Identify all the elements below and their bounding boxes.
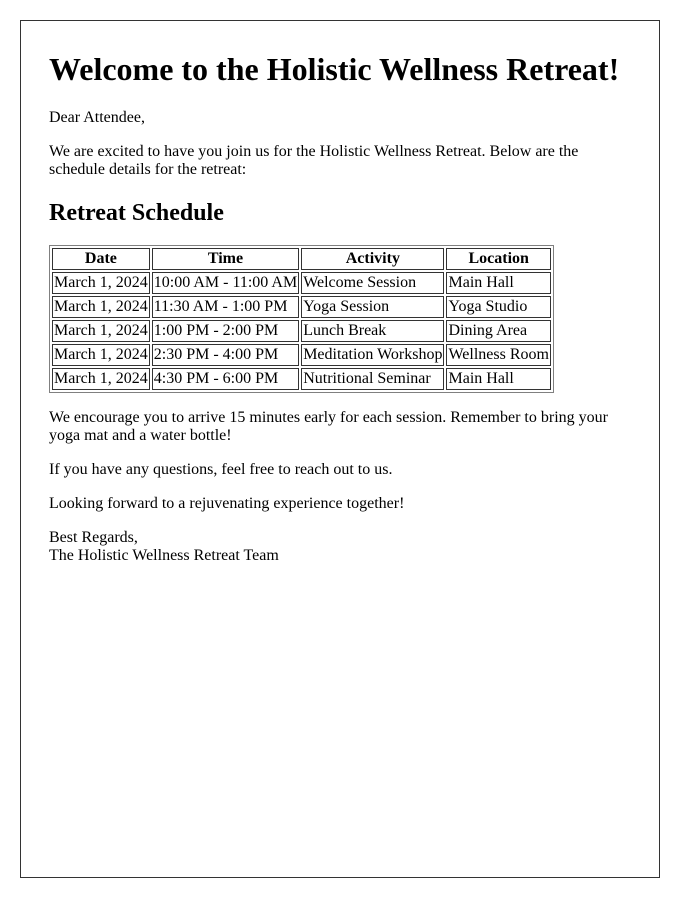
signature: The Holistic Wellness Retreat Team [49, 547, 279, 564]
cell-location: Dining Area [446, 320, 551, 342]
cell-location: Main Hall [446, 368, 551, 390]
cell-date: March 1, 2024 [52, 368, 150, 390]
cell-time: 4:30 PM - 6:00 PM [151, 368, 300, 390]
cell-date: March 1, 2024 [52, 344, 150, 366]
greeting: Dear Attendee, [49, 109, 145, 126]
cell-time: 1:00 PM - 2:00 PM [151, 320, 300, 342]
cell-location: Yoga Studio [446, 296, 551, 318]
cell-activity: Nutritional Seminar [301, 368, 445, 390]
cell-time: 10:00 AM - 11:00 AM [151, 272, 300, 294]
cell-activity: Yoga Session [301, 296, 445, 318]
cell-time: 11:30 AM - 1:00 PM [151, 296, 300, 318]
table-row: March 1, 2024 4:30 PM - 6:00 PM Nutritio… [52, 368, 551, 390]
schedule-table: Date Time Activity Location March 1, 202… [49, 245, 554, 393]
header-date: Date [52, 248, 150, 270]
header-location: Location [446, 248, 551, 270]
schedule-heading: Retreat Schedule [49, 200, 224, 226]
table-row: March 1, 2024 1:00 PM - 2:00 PM Lunch Br… [52, 320, 551, 342]
cell-activity: Meditation Workshop [301, 344, 445, 366]
cell-activity: Welcome Session [301, 272, 445, 294]
cell-date: March 1, 2024 [52, 272, 150, 294]
cell-location: Wellness Room [446, 344, 551, 366]
looking-forward-paragraph: Looking forward to a rejuvenating experi… [49, 495, 405, 512]
header-activity: Activity [301, 248, 445, 270]
questions-paragraph: If you have any questions, feel free to … [49, 461, 393, 478]
table-row: March 1, 2024 11:30 AM - 1:00 PM Yoga Se… [52, 296, 551, 318]
signoff: Best Regards, The Holistic Wellness Retr… [49, 529, 631, 565]
cell-activity: Lunch Break [301, 320, 445, 342]
closing: Best Regards, [49, 529, 138, 546]
page-title: Welcome to the Holistic Wellness Retreat… [49, 51, 620, 87]
cell-location: Main Hall [446, 272, 551, 294]
cell-date: March 1, 2024 [52, 320, 150, 342]
table-row: March 1, 2024 2:30 PM - 4:00 PM Meditati… [52, 344, 551, 366]
intro-paragraph: We are excited to have you join us for t… [49, 143, 579, 178]
header-time: Time [151, 248, 300, 270]
cell-date: March 1, 2024 [52, 296, 150, 318]
encourage-paragraph: We encourage you to arrive 15 minutes ea… [49, 409, 608, 444]
letter-container: Welcome to the Holistic Wellness Retreat… [20, 20, 660, 878]
cell-time: 2:30 PM - 4:00 PM [151, 344, 300, 366]
table-row: March 1, 2024 10:00 AM - 11:00 AM Welcom… [52, 272, 551, 294]
table-header-row: Date Time Activity Location [52, 248, 551, 270]
